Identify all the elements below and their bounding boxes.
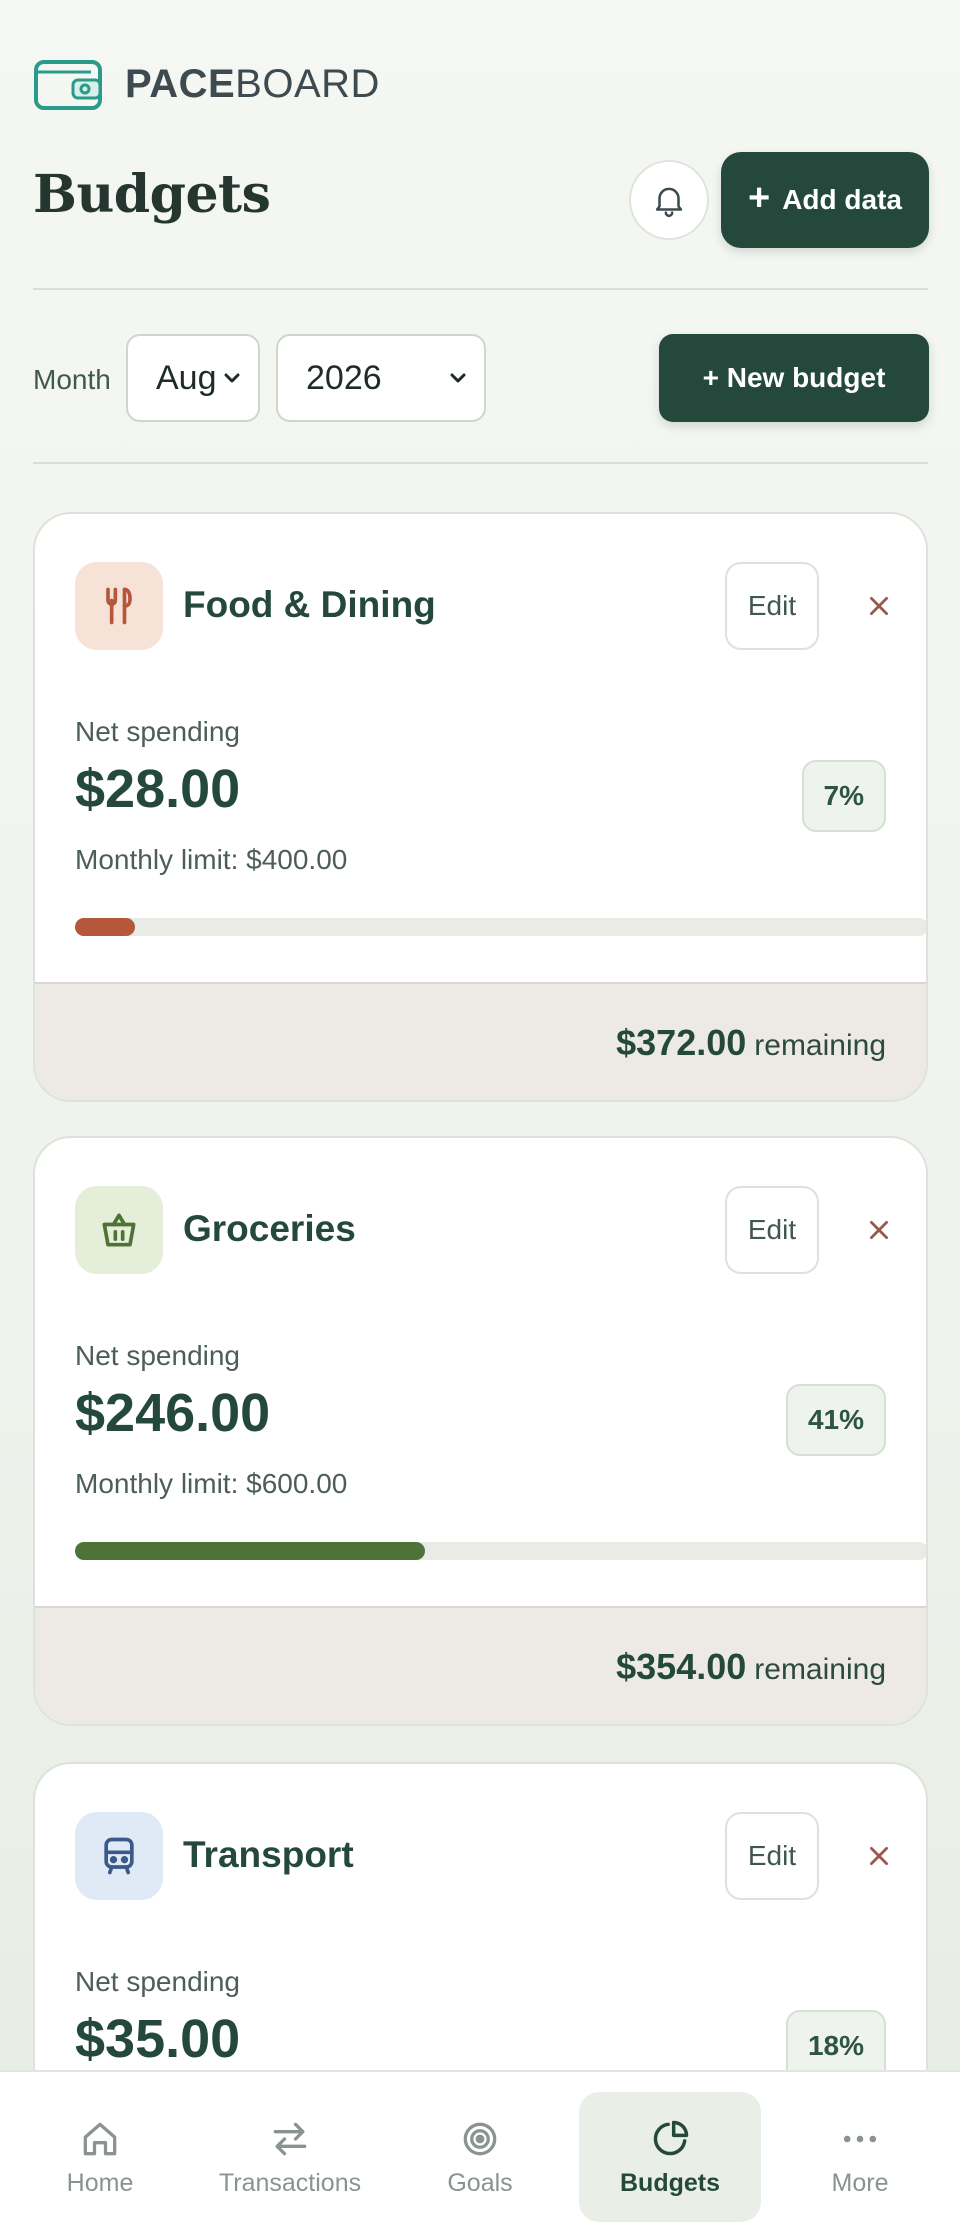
delete-button[interactable] (855, 1832, 903, 1880)
remaining-label: remaining (754, 1029, 886, 1062)
nav-item-more[interactable]: More (769, 2092, 951, 2222)
category-icon-container (75, 562, 163, 650)
new-budget-button[interactable]: + New budget (659, 334, 929, 422)
chevron-down-icon (224, 373, 240, 383)
edit-button[interactable]: Edit (725, 1812, 819, 1900)
plus-icon: + (748, 177, 771, 219)
net-spending-label: Net spending (75, 1340, 241, 1371)
brand-logo[interactable]: PACEBOARD (33, 54, 380, 114)
progress-track (75, 918, 926, 936)
percent-badge: 7% (801, 760, 886, 832)
page-title: Budgets (33, 164, 271, 225)
close-icon (870, 1221, 888, 1239)
remaining-footer: $354.00 remaining (35, 1606, 926, 1724)
budget-name: Groceries (183, 1208, 356, 1249)
category-icon-container (75, 1812, 163, 1900)
year-select[interactable]: 2026 (276, 334, 486, 422)
remaining-label: remaining (754, 1653, 886, 1686)
notifications-button[interactable] (629, 160, 709, 240)
delete-button[interactable] (855, 1206, 903, 1254)
divider (33, 288, 928, 290)
month-select-value: Aug (156, 358, 217, 397)
edit-button[interactable]: Edit (725, 1186, 819, 1274)
target-icon (463, 2122, 497, 2155)
remaining-amount: $354.00 (616, 1646, 747, 1687)
net-spending-value: $246.00 (75, 1383, 271, 1443)
bus-icon (104, 1837, 134, 1875)
bottom-nav: Home Transactions Goals Budgets More (0, 2070, 960, 2232)
progress-fill (75, 918, 135, 936)
net-spending-value: $28.00 (75, 759, 241, 819)
nav-label: More (831, 2168, 889, 2197)
divider (33, 462, 928, 464)
add-data-label: Add data (782, 184, 902, 215)
progress-track (75, 1542, 926, 1560)
monthly-limit: Monthly limit: $600.00 (75, 1468, 348, 1499)
fork-knife-icon (106, 587, 132, 625)
pie-chart-icon (653, 2120, 689, 2155)
net-spending-label: Net spending (75, 716, 241, 747)
budget-name: Food & Dining (183, 584, 436, 625)
nav-item-budgets[interactable]: Budgets (579, 2092, 761, 2222)
month-label: Month (33, 364, 111, 395)
close-icon (870, 597, 888, 615)
close-icon (870, 1847, 888, 1865)
budget-card: Food & Dining Edit Net spending $28.00 7… (33, 512, 928, 1102)
remaining-amount: $372.00 (616, 1022, 747, 1063)
budget-card: Groceries Edit Net spending $246.00 41% … (33, 1136, 928, 1726)
net-spending-label: Net spending (75, 1966, 241, 1997)
percent-badge: 41% (785, 1384, 886, 1456)
nav-item-goals[interactable]: Goals (389, 2092, 571, 2222)
basket-icon (102, 1213, 136, 1247)
edit-button[interactable]: Edit (725, 562, 819, 650)
nav-item-transactions[interactable]: Transactions (199, 2092, 381, 2222)
category-icon-container (75, 1186, 163, 1274)
nav-label: Home (66, 2168, 134, 2197)
month-select[interactable]: Aug (126, 334, 260, 422)
delete-button[interactable] (855, 582, 903, 630)
nav-label: Goals (447, 2168, 513, 2197)
bell-icon (655, 187, 683, 218)
net-spending-value: $35.00 (75, 2009, 241, 2069)
progress-fill (75, 1542, 425, 1560)
more-dots-icon (843, 2135, 877, 2142)
monthly-limit: Monthly limit: $400.00 (75, 844, 348, 875)
year-select-value: 2026 (306, 358, 382, 397)
remaining-footer: $372.00 remaining (35, 982, 926, 1100)
nav-label: Transactions (218, 2168, 362, 2197)
chevron-down-icon (450, 373, 466, 383)
add-data-button[interactable]: + Add data (721, 152, 929, 248)
wallet-icon (34, 60, 102, 110)
nav-label: Budgets (620, 2168, 720, 2197)
transfer-arrows-icon (273, 2122, 307, 2155)
nav-item-home[interactable]: Home (9, 2092, 191, 2222)
home-icon (83, 2122, 117, 2155)
brand-name: PACEBOARD (125, 61, 380, 106)
budget-name: Transport (183, 1834, 354, 1875)
